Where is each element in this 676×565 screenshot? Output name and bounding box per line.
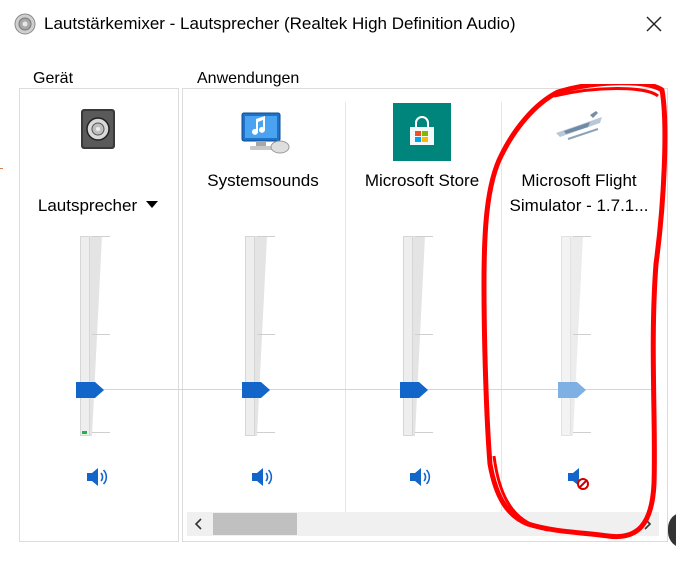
device-group-label: Gerät — [30, 70, 77, 88]
app-name-label: Systemsounds — [207, 171, 319, 190]
slider-tick — [257, 236, 275, 237]
slider-tick — [415, 334, 433, 335]
app-name-label: Microsoft Flight Simulator - 1.7.1... — [509, 171, 649, 215]
title-bar: Lautstärkemixer - Lautsprecher (Realtek … — [0, 0, 676, 48]
slider-tick — [415, 236, 433, 237]
peak-meter — [82, 431, 87, 434]
scrollbar-thumb[interactable] — [213, 513, 297, 535]
volume-ramp — [413, 236, 425, 436]
app-name-label: Microsoft Store — [364, 171, 480, 190]
window-edge-mark — [0, 168, 3, 169]
volume-ramp — [90, 236, 102, 436]
scroll-right-icon[interactable] — [635, 512, 659, 536]
flight-simulator-icon — [556, 111, 602, 140]
slider-tick — [92, 334, 110, 335]
volume-slider-thumb[interactable] — [558, 382, 586, 398]
device-name-label: Lautsprecher — [37, 196, 138, 215]
volume-slider-thumb[interactable] — [400, 382, 428, 398]
volume-slider-track[interactable] — [561, 236, 571, 436]
desktop-edge-shape — [668, 512, 676, 548]
volume-ramp — [571, 236, 583, 436]
system-sounds-icon — [241, 112, 290, 154]
slider-tick — [92, 432, 110, 433]
device-selector[interactable]: Lautsprecher — [18, 168, 178, 218]
speaker-device-icon — [81, 109, 115, 149]
slider-tick — [257, 432, 275, 433]
scroll-left-icon[interactable] — [187, 512, 211, 536]
volume-slider-track[interactable] — [80, 236, 90, 436]
volume-slider-track[interactable] — [403, 236, 413, 436]
slider-tick — [573, 236, 591, 237]
slider-tick — [415, 432, 433, 433]
slider-tick — [92, 236, 110, 237]
slider-tick — [573, 432, 591, 433]
microsoft-store-icon — [393, 103, 451, 161]
slider-tick — [257, 334, 275, 335]
window-title: Lautstärkemixer - Lautsprecher (Realtek … — [44, 14, 516, 33]
speaker-mute-toggle-icon[interactable] — [249, 465, 275, 489]
speaker-mute-toggle-icon[interactable] — [84, 465, 110, 489]
speaker-muted-icon[interactable] — [565, 467, 591, 491]
horizontal-scrollbar[interactable] — [187, 512, 659, 536]
volume-slider-track[interactable] — [245, 236, 255, 436]
volume-slider-thumb[interactable] — [242, 382, 270, 398]
chevron-down-icon — [146, 201, 159, 209]
speaker-app-icon — [14, 13, 36, 35]
volume-ramp — [255, 236, 267, 436]
speaker-mute-toggle-icon[interactable] — [407, 465, 433, 489]
volume-slider-thumb[interactable] — [76, 382, 104, 398]
close-icon[interactable] — [640, 10, 668, 38]
apps-group-label: Anwendungen — [194, 70, 303, 88]
slider-tick — [573, 334, 591, 335]
